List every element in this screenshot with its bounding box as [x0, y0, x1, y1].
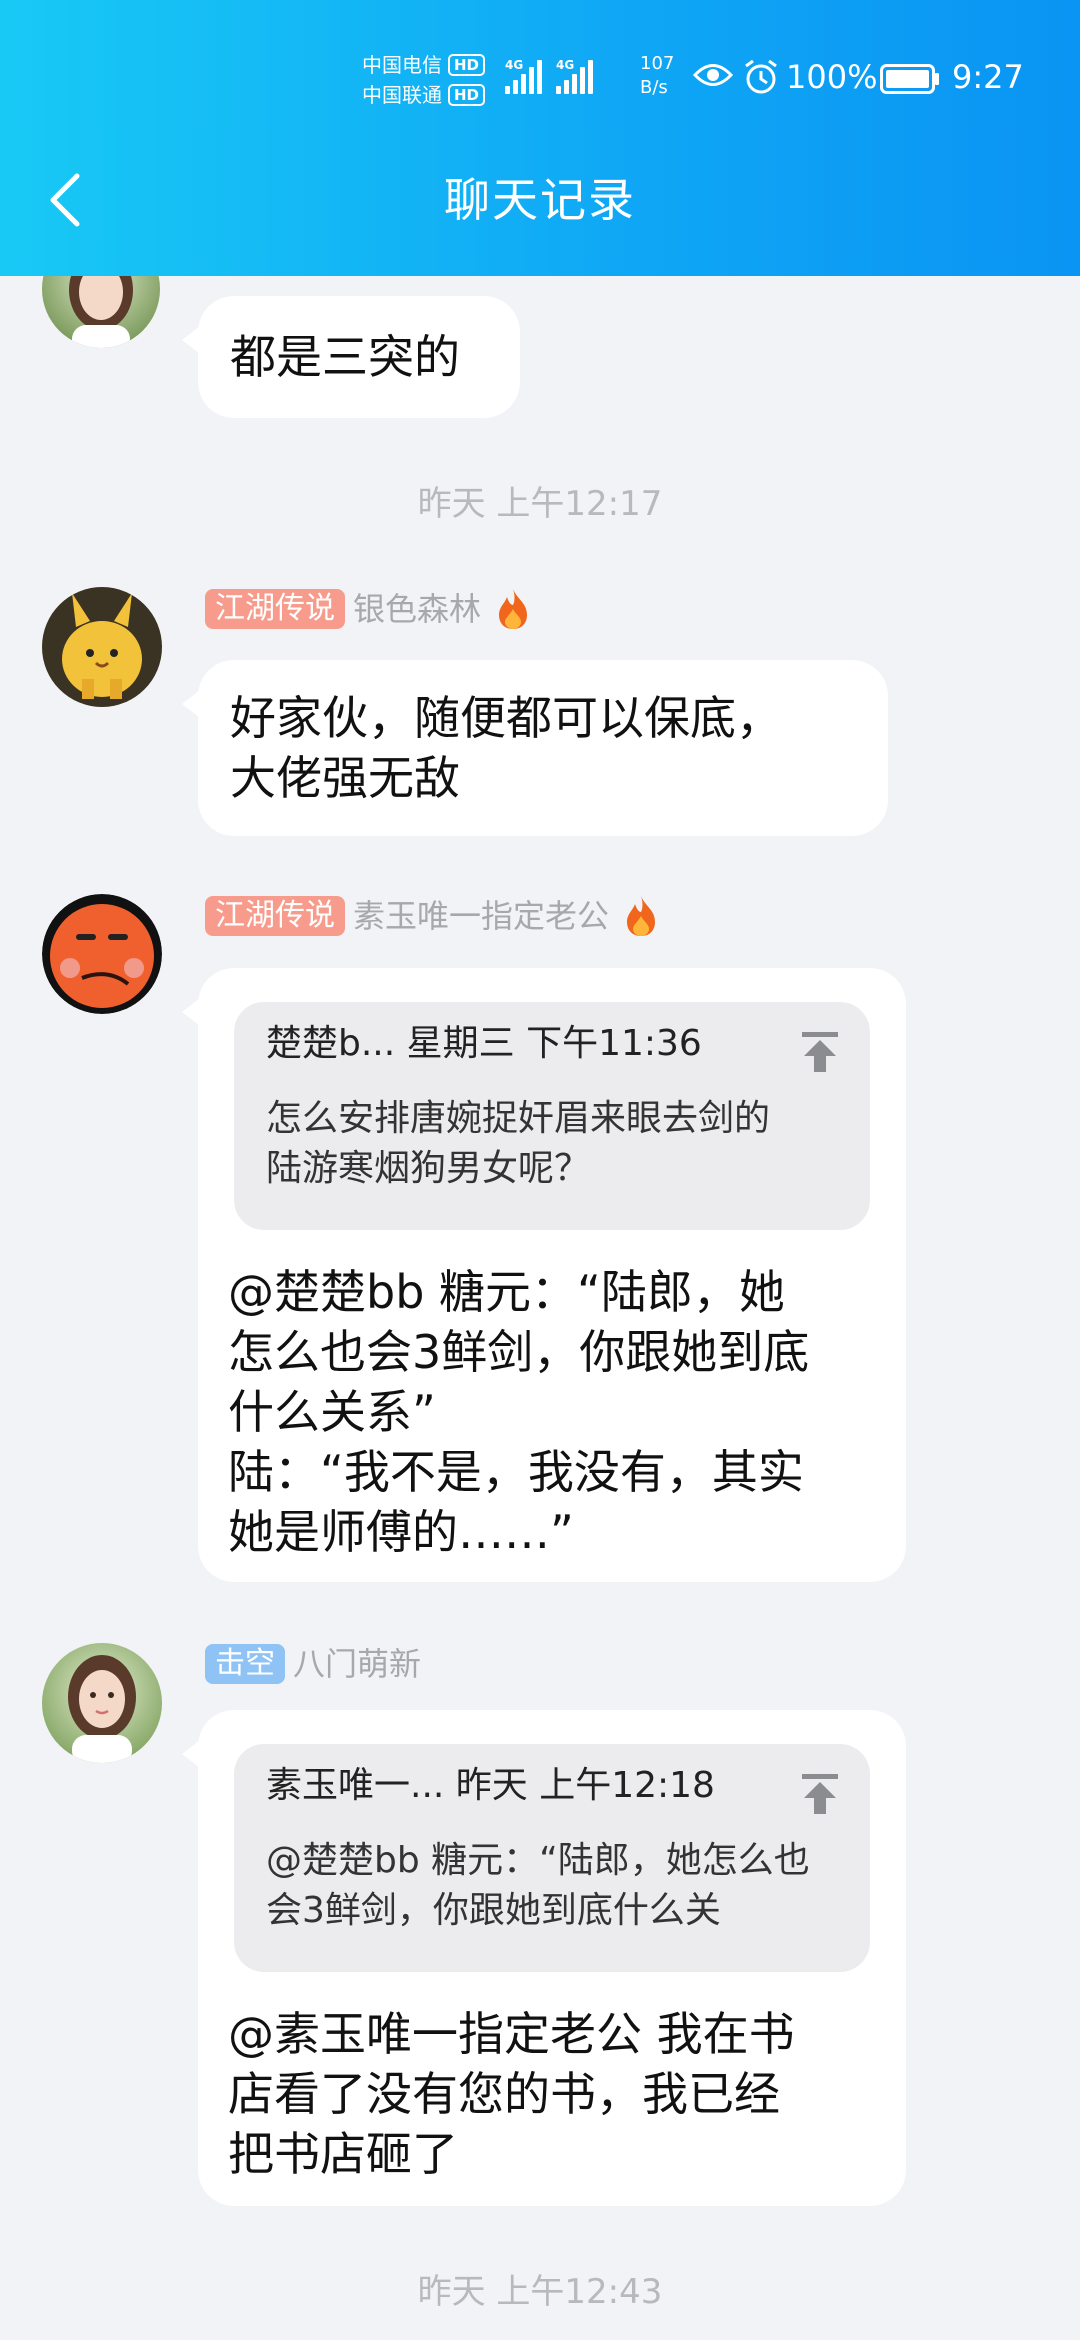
carrier-2: 中国联通	[362, 83, 442, 107]
clock: 9:27	[952, 58, 1024, 96]
message-bubble[interactable]: 楚楚b... 星期三 下午11:36 怎么安排唐婉捉奸眉来眼去剑的 陆游寒烟狗男…	[182, 968, 906, 1582]
quote-header: 素玉唯一... 昨天 上午12:18	[266, 1765, 715, 1806]
message-text: @楚楚bb 糖元：“陆郎，她 怎么也会3鲜剑，你跟她到底 什么关系” 陆：“我不…	[228, 1265, 810, 1559]
message-bubble[interactable]: 素玉唯一... 昨天 上午12:18 @楚楚bb 糖元：“陆郎，她怎么也 会3鲜…	[182, 1710, 906, 2206]
title-badge: 江湖传说	[205, 589, 345, 629]
quoted-message[interactable]: 楚楚b... 星期三 下午11:36 怎么安排唐婉捉奸眉来眼去剑的 陆游寒烟狗男…	[234, 1002, 870, 1230]
title-badge: 江湖传说	[205, 896, 345, 936]
hd-badge: HD	[448, 84, 486, 106]
quoted-message[interactable]: 素玉唯一... 昨天 上午12:18 @楚楚bb 糖元：“陆郎，她怎么也 会3鲜…	[234, 1744, 870, 1972]
signal-icon: 4G	[556, 58, 593, 94]
quote-body: 怎么安排唐婉捉奸眉来眼去剑的 陆游寒烟狗男女呢？	[266, 1098, 771, 1189]
status-bar: 中国电信 HD 中国联通 HD 4G 4G 107 B/s 100% 9:27	[0, 40, 1080, 120]
timestamp: 昨天 上午12:17	[417, 484, 663, 524]
carrier-info: 中国电信 HD 中国联通 HD	[362, 50, 486, 110]
sender-name[interactable]: 八门萌新	[293, 1643, 421, 1685]
app-header: 中国电信 HD 中国联通 HD 4G 4G 107 B/s 100% 9:27 …	[0, 0, 1080, 276]
battery-icon	[880, 64, 939, 94]
message-text: @素玉唯一指定老公 我在书 店看了没有您的书，我已经 把书店砸了	[228, 2007, 795, 2181]
alarm-icon	[745, 59, 777, 94]
signal-strength: 4G 4G	[505, 58, 593, 94]
message-bubble[interactable]: 好家伙，随便都可以保底， 大佬强无敌	[182, 660, 888, 836]
avatar[interactable]	[42, 894, 162, 1014]
timestamp: 昨天 上午12:43	[417, 2272, 663, 2312]
fire-icon	[627, 896, 656, 936]
sender-row: 江湖传说 银色森林	[205, 587, 533, 631]
sender-name[interactable]: 银色森林	[353, 588, 481, 630]
page-title: 聊天记录	[444, 173, 636, 227]
title-badge: 击空	[205, 1644, 285, 1684]
quote-header: 楚楚b... 星期三 下午11:36	[266, 1023, 702, 1064]
network-speed: 107 B/s	[640, 53, 675, 98]
battery-percent: 100%	[786, 58, 878, 96]
carrier-1: 中国电信	[362, 53, 442, 77]
sender-row: 江湖传说 素玉唯一指定老公	[205, 894, 661, 938]
sender-name[interactable]: 素玉唯一指定老公	[353, 895, 609, 937]
message-bubble[interactable]: 都是三突的	[182, 296, 520, 418]
signal-icon: 4G	[505, 58, 542, 94]
jump-to-original-icon[interactable]	[800, 1772, 840, 1816]
quote-body: @楚楚bb 糖元：“陆郎，她怎么也 会3鲜剑，你跟她到底什么关	[266, 1840, 810, 1931]
hd-badge: HD	[448, 54, 486, 76]
jump-to-original-icon[interactable]	[800, 1030, 840, 1074]
fire-icon	[499, 589, 528, 629]
message-text: 好家伙，随便都可以保底， 大佬强无敌	[230, 691, 782, 805]
sender-row: 击空 八门萌新	[205, 1643, 421, 1685]
message-text: 都是三突的	[230, 330, 460, 384]
eye-icon	[693, 64, 733, 86]
avatar[interactable]	[42, 1643, 162, 1763]
avatar[interactable]	[42, 587, 162, 707]
